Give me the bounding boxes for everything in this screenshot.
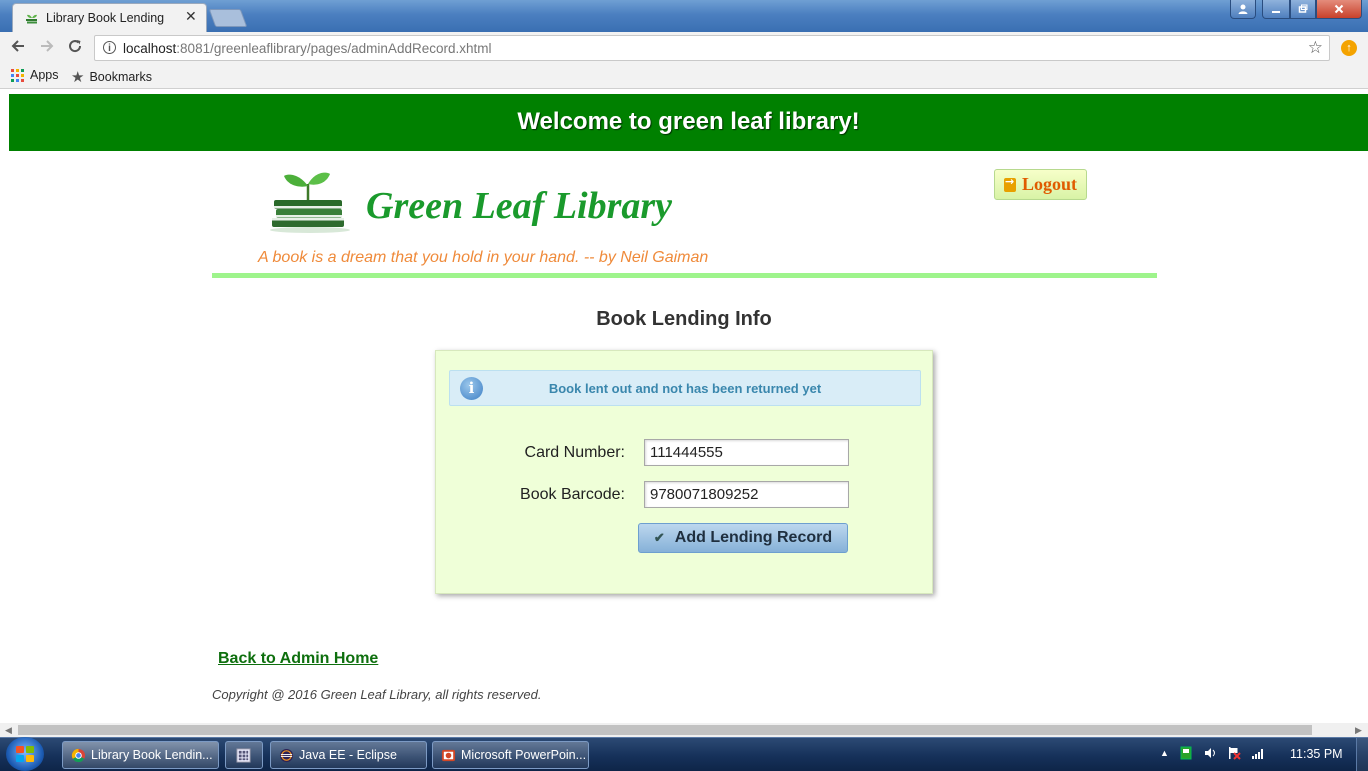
address-bar[interactable]: i localhost:8081/greenleaflibrary/pages/…	[94, 35, 1330, 61]
signal-icon[interactable]	[1251, 746, 1265, 760]
card-number-label: Card Number:	[524, 444, 625, 461]
tab-close-icon[interactable]: ✕	[185, 8, 197, 25]
check-icon: ✔	[653, 530, 665, 545]
page-title: Book Lending Info	[596, 308, 772, 330]
new-tab-button[interactable]	[208, 9, 248, 27]
eclipse-icon	[279, 748, 294, 762]
window-controls	[1230, 0, 1362, 20]
start-button[interactable]	[6, 737, 44, 771]
star-icon[interactable]: ☆	[1308, 38, 1323, 58]
logout-label: Logout	[1021, 174, 1077, 194]
taskbar-item-chrome[interactable]: Library Book Lendin...	[62, 741, 219, 769]
bookmark-apps[interactable]: Apps	[11, 68, 59, 82]
info-icon[interactable]: i	[103, 41, 116, 54]
scroll-left-icon[interactable]: ◀	[5, 725, 12, 736]
chrome-icon	[71, 748, 86, 762]
apps-icon	[11, 68, 24, 82]
copyright-text: Copyright @ 2016 Green Leaf Library, all…	[212, 687, 542, 702]
taskbar-item-calculator[interactable]	[225, 741, 263, 769]
minimize-icon	[1272, 11, 1280, 13]
back-button[interactable]	[7, 37, 29, 59]
book-barcode-label: Book Barcode:	[520, 486, 625, 503]
bookmark-bookmarks[interactable]: ★ Bookmarks	[71, 68, 152, 86]
scrollbar-thumb[interactable]	[18, 725, 1312, 735]
volume-icon[interactable]	[1203, 746, 1217, 760]
windows-start-icon	[16, 746, 34, 762]
add-lending-record-button[interactable]: ✔ Add Lending Record	[638, 523, 848, 553]
system-tray: ▲	[1160, 746, 1265, 760]
book-barcode-field[interactable]	[644, 481, 849, 508]
taskbar-item-powerpoint[interactable]: Microsoft PowerPoin...	[432, 741, 589, 769]
lending-form-panel: i Book lent out and not has been returne…	[435, 350, 933, 594]
info-message: i Book lent out and not has been returne…	[449, 370, 921, 406]
taskbar-item-label: Microsoft PowerPoin...	[461, 748, 587, 762]
window-title-bar: Library Book Lending ✕	[0, 0, 1368, 32]
welcome-banner: Welcome to green leaf library!	[9, 94, 1368, 151]
reload-icon	[69, 40, 82, 53]
apps-label: Apps	[30, 68, 59, 82]
scroll-right-icon[interactable]: ▶	[1355, 725, 1362, 736]
header-divider	[212, 273, 1157, 278]
show-desktop-button[interactable]	[1356, 738, 1368, 771]
logo-books-icon	[270, 172, 350, 233]
show-hidden-icons-icon[interactable]: ▲	[1160, 748, 1169, 758]
reload-button[interactable]	[64, 37, 86, 59]
minimize-button[interactable]	[1262, 0, 1290, 19]
add-lending-record-label: Add Lending Record	[674, 529, 833, 546]
close-icon	[1334, 4, 1344, 14]
tab-favicon-icon	[26, 14, 37, 24]
battery-icon[interactable]	[1179, 746, 1193, 760]
logout-icon	[1003, 175, 1016, 192]
back-to-admin-home-link[interactable]: Back to Admin Home	[218, 650, 378, 668]
browser-tab[interactable]: Library Book Lending ✕	[12, 3, 207, 32]
logo-text: Green Leaf Library	[366, 185, 673, 227]
close-window-button[interactable]	[1316, 0, 1362, 19]
clock[interactable]: 11:35 PM	[1290, 747, 1343, 761]
logout-button[interactable]: Logout	[994, 169, 1087, 200]
grid-app-icon	[236, 747, 251, 763]
horizontal-scrollbar[interactable]: ◀ ▶	[0, 723, 1368, 737]
card-number-field[interactable]	[644, 439, 849, 466]
restore-icon	[1298, 4, 1308, 13]
user-icon	[1238, 4, 1248, 14]
taskbar-item-eclipse[interactable]: Java EE - Eclipse	[270, 741, 427, 769]
taskbar-item-label: Java EE - Eclipse	[299, 748, 397, 762]
bookmarks-label: Bookmarks	[89, 70, 152, 84]
quote-text: A book is a dream that you hold in your …	[258, 249, 709, 266]
profile-button[interactable]	[1230, 0, 1256, 19]
bookmark-star-icon: ★	[71, 69, 85, 86]
url-text[interactable]: localhost:8081/greenleaflibrary/pages/ad…	[123, 41, 491, 56]
restore-button[interactable]	[1290, 0, 1316, 19]
network-flag-icon[interactable]	[1227, 746, 1241, 760]
tab-title: Library Book Lending	[46, 11, 165, 25]
browser-toolbar: i localhost:8081/greenleaflibrary/pages/…	[0, 32, 1368, 64]
taskbar-item-label: Library Book Lendin...	[91, 748, 213, 762]
forward-button[interactable]	[36, 37, 58, 59]
back-icon	[11, 40, 24, 52]
extension-icon[interactable]: ↑	[1341, 40, 1357, 56]
forward-icon	[41, 40, 54, 52]
bookmarks-bar: Apps ★ Bookmarks	[0, 64, 1368, 89]
powerpoint-icon	[441, 749, 456, 761]
info-message-text: Book lent out and not has been returned …	[548, 381, 822, 396]
windows-taskbar: Library Book Lendin... Java EE - Eclipse…	[0, 737, 1368, 771]
